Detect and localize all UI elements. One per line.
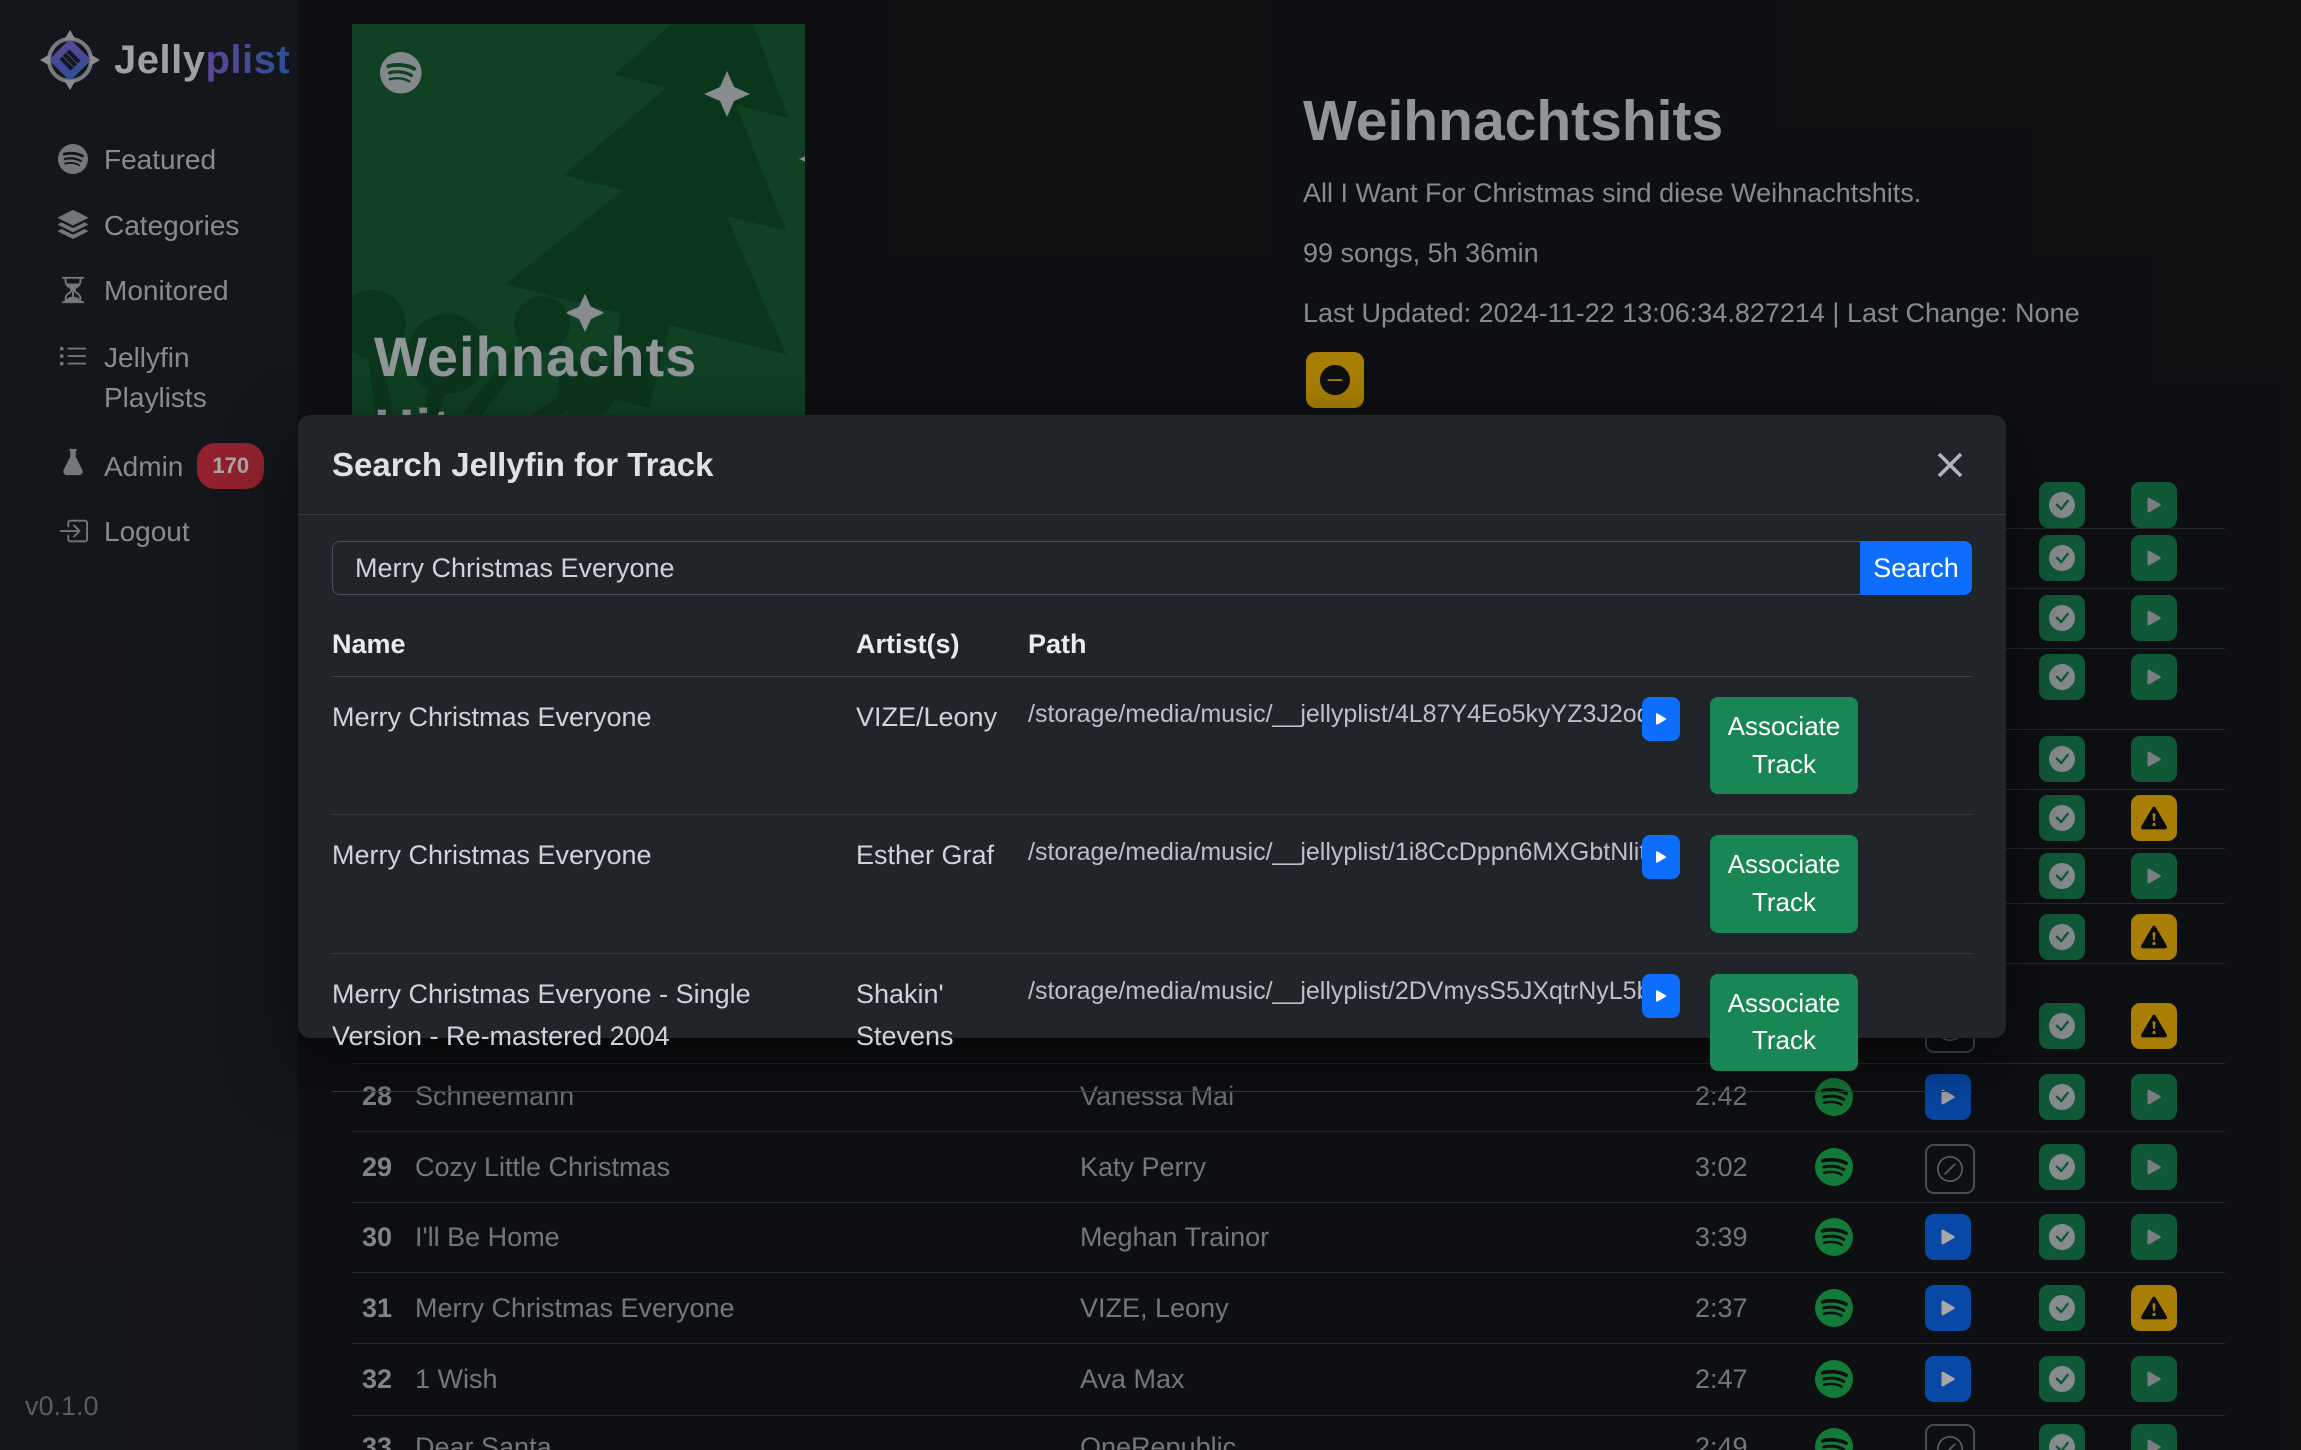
associate-track-button[interactable]: Associate Track <box>1710 697 1858 794</box>
result-artist: Esther Graf <box>856 835 1028 877</box>
preview-play-button[interactable] <box>1642 697 1680 741</box>
play-icon <box>1651 986 1671 1006</box>
app-window: Jellyplist Featured Categories Monitored… <box>0 0 2301 1450</box>
associate-track-button[interactable]: Associate Track <box>1710 835 1858 932</box>
result-name: Merry Christmas Everyone <box>332 835 856 877</box>
results-table-header: Name Artist(s) Path <box>332 629 1972 677</box>
result-path: /storage/media/music/__jellyplist/4L87Y4… <box>1028 697 1642 729</box>
play-icon <box>1651 847 1671 867</box>
search-button[interactable]: Search <box>1860 541 1972 595</box>
result-name: Merry Christmas Everyone <box>332 697 856 739</box>
result-artist: VIZE/Leony <box>856 697 1028 739</box>
result-row: Merry Christmas Everyone Esther Graf /st… <box>332 815 1972 953</box>
result-row: Merry Christmas Everyone - Single Versio… <box>332 954 1972 1092</box>
column-header-path: Path <box>1028 629 1642 660</box>
search-jellyfin-modal: Search Jellyfin for Track Search Name Ar… <box>298 415 2006 1038</box>
column-header-name: Name <box>332 629 856 660</box>
result-actions: Associate Track <box>1642 697 1972 794</box>
result-actions: Associate Track <box>1642 835 1972 932</box>
modal-body: Search Name Artist(s) Path Merry Christm… <box>298 515 2006 1092</box>
result-path: /storage/media/music/__jellyplist/2DVmys… <box>1028 974 1642 1006</box>
modal-title: Search Jellyfin for Track <box>332 446 714 484</box>
close-button[interactable] <box>1928 443 1972 487</box>
results-table: Name Artist(s) Path Merry Christmas Ever… <box>332 629 1972 1092</box>
result-artist: Shakin' Stevens <box>856 974 1028 1058</box>
result-row: Merry Christmas Everyone VIZE/Leony /sto… <box>332 677 1972 815</box>
play-icon <box>1651 709 1671 729</box>
preview-play-button[interactable] <box>1642 974 1680 1018</box>
close-icon <box>1934 449 1966 481</box>
result-name: Merry Christmas Everyone - Single Versio… <box>332 974 856 1058</box>
search-input[interactable] <box>332 541 1860 595</box>
result-path: /storage/media/music/__jellyplist/1i8CcD… <box>1028 835 1642 867</box>
preview-play-button[interactable] <box>1642 835 1680 879</box>
result-actions: Associate Track <box>1642 974 1972 1071</box>
modal-header: Search Jellyfin for Track <box>298 415 2006 515</box>
search-input-group: Search <box>332 541 1972 595</box>
column-header-artist: Artist(s) <box>856 629 1028 660</box>
associate-track-button[interactable]: Associate Track <box>1710 974 1858 1071</box>
